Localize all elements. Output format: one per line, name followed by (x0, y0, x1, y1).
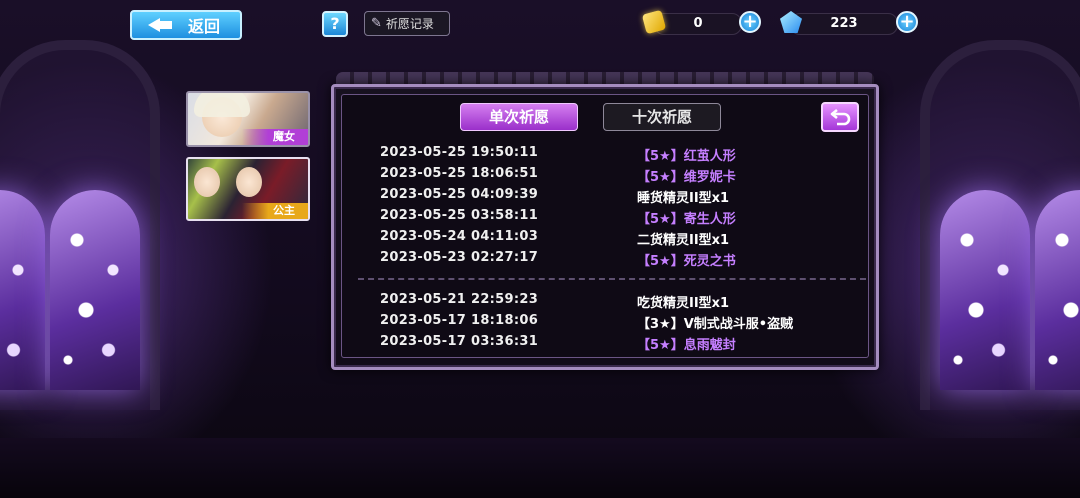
group-divider (358, 278, 866, 280)
record-time: 2023-05-25 04:09:39 (380, 187, 539, 202)
record-item: 【3★】V制式战斗服•盗贼 (637, 317, 794, 332)
wish-record-button[interactable]: ✎ 祈愿记录 (364, 11, 450, 36)
tab-witch[interactable]: 魔女 (186, 91, 310, 147)
record-time: 2023-05-25 18:06:51 (380, 166, 539, 181)
record-item: 【5★】寄生人形 (637, 212, 736, 227)
record-time: 2023-05-25 19:50:11 (380, 145, 539, 160)
wish-record-label: 祈愿记录 (385, 17, 434, 31)
record-row: 2023-05-24 04:11:03 二货精灵II型x1 (380, 229, 840, 249)
record-time: 2023-05-21 22:59:23 (380, 292, 539, 307)
record-row: 2023-05-25 18:06:51 【5★】维罗妮卡 (380, 166, 840, 186)
gem-counter: 223 + (778, 11, 922, 35)
record-item: 二货精灵II型x1 (637, 233, 730, 248)
help-button[interactable]: ? (322, 11, 348, 37)
stained-glass-window (50, 190, 140, 390)
gem-value: 223 (790, 13, 898, 35)
record-item: 【5★】红茧人形 (637, 149, 736, 164)
tab-ten-wish[interactable]: 十次祈愿 (603, 103, 721, 131)
record-time: 2023-05-24 04:11:03 (380, 229, 539, 244)
record-row: 2023-05-25 03:58:11 【5★】寄生人形 (380, 208, 840, 228)
record-time: 2023-05-17 03:36:31 (380, 334, 539, 349)
record-row: 2023-05-23 02:27:17 【5★】死灵之书 (380, 250, 840, 270)
left-arrow-icon (148, 17, 172, 33)
record-item: 【5★】死灵之书 (637, 254, 736, 269)
record-item: 吃货精灵II型x1 (637, 296, 730, 311)
record-row: 2023-05-17 03:36:31 【5★】息雨魃封 (380, 334, 840, 354)
gold-counter: 0 + (641, 9, 766, 35)
princess-portrait-green (194, 167, 220, 197)
record-time: 2023-05-17 18:18:06 (380, 313, 539, 328)
return-arrow-icon (830, 108, 851, 126)
scroll-icon: ✎ (371, 16, 382, 31)
floor (0, 438, 1080, 498)
stained-glass-window (0, 190, 45, 390)
tab-princess-label: 公主 (242, 203, 308, 219)
add-gold-button[interactable]: + (739, 11, 761, 33)
record-row: 2023-05-21 22:59:23 吃货精灵II型x1 (380, 292, 840, 312)
record-item: 睡货精灵II型x1 (637, 191, 730, 206)
princess-portrait-red (236, 167, 262, 197)
record-item: 【5★】息雨魃封 (637, 338, 736, 353)
back-button[interactable]: 返回 (130, 10, 242, 40)
record-time: 2023-05-25 03:58:11 (380, 208, 539, 223)
stained-glass-window (940, 190, 1030, 390)
record-item: 【5★】维罗妮卡 (637, 170, 736, 185)
return-button[interactable] (821, 102, 859, 132)
stained-glass-window (1035, 190, 1080, 390)
gold-value: 0 (654, 13, 742, 35)
witch-hair (194, 93, 250, 117)
record-row: 2023-05-17 18:18:06 【3★】V制式战斗服•盗贼 (380, 313, 840, 333)
record-row: 2023-05-25 04:09:39 睡货精灵II型x1 (380, 187, 840, 207)
record-row: 2023-05-25 19:50:11 【5★】红茧人形 (380, 145, 840, 165)
tab-princess[interactable]: 公主 (186, 157, 310, 221)
add-gem-button[interactable]: + (896, 11, 918, 33)
record-time: 2023-05-23 02:27:17 (380, 250, 539, 265)
question-icon: ? (330, 14, 340, 33)
tab-witch-label: 魔女 (242, 129, 308, 145)
back-button-label: 返回 (188, 17, 221, 36)
tab-single-wish[interactable]: 单次祈愿 (460, 103, 578, 131)
